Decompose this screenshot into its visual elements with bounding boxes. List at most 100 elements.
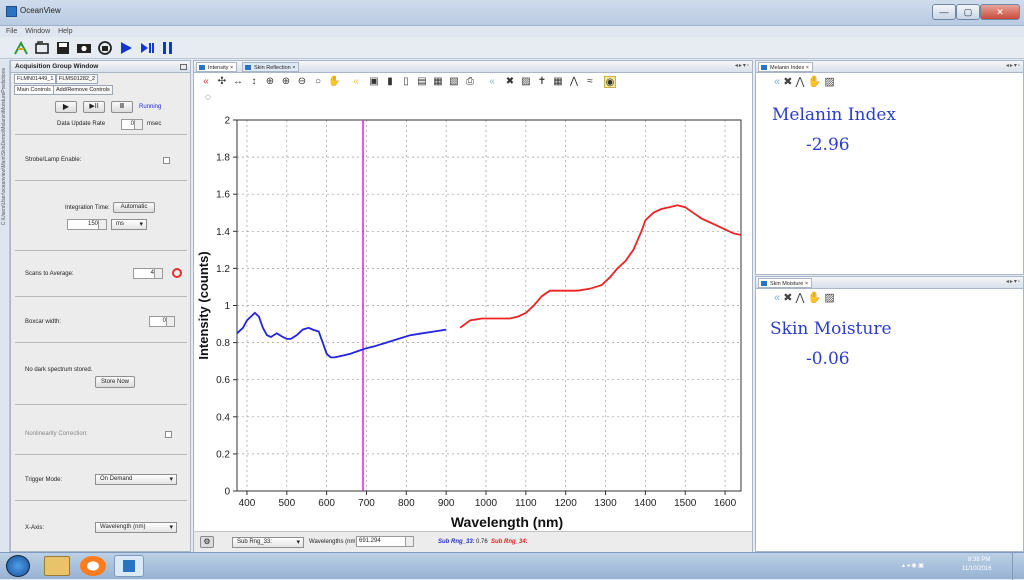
document-icon[interactable]: ▯ [400,76,412,88]
scans-to-average-input[interactable]: 4 [133,268,163,279]
open-icon[interactable] [33,39,51,57]
x-tick-label: 1100 [515,498,537,509]
tray-icons[interactable]: ▴ ◂ ◉ ▣ [902,562,924,569]
minimize-panel-icon[interactable] [180,64,187,70]
tab-skin-moisture[interactable]: Skin Moisture × [758,278,813,288]
peaks-icon[interactable]: ⋀ [568,76,580,88]
panel-window-buttons[interactable]: ◂▸▾▫ [718,62,750,71]
show-desktop-button[interactable] [1012,553,1024,580]
start-button[interactable] [6,555,30,577]
tab-main-controls[interactable]: Main Controls [14,85,54,95]
zoom-reset-icon[interactable]: ○ [312,76,324,88]
menu-window[interactable]: Window [25,28,50,35]
window-title: OceanView [20,6,61,15]
y-tick-label: 0.4 [216,412,230,423]
acq-play-pause-button[interactable]: ▶II [83,101,105,113]
menu-help[interactable]: Help [58,28,72,35]
media-player-icon[interactable] [80,556,106,576]
table-icon[interactable]: ▦ [552,76,564,88]
strobe-checkbox[interactable] [163,157,170,164]
device-tab-1[interactable]: FLMN01449_1 [14,74,57,84]
wavelength-input[interactable]: 691.294 [356,536,414,547]
tools-icon[interactable]: ✖ [504,76,516,88]
oceanview-taskbar-icon[interactable] [114,555,144,577]
y-tick-label: 1.6 [216,190,230,201]
play-icon[interactable] [117,39,135,57]
tab-add-remove-controls[interactable]: Add/Remove Controls [53,85,113,95]
wizard-icon[interactable] [12,39,30,57]
integration-time-input[interactable]: 150 [67,219,107,230]
melanin-toolbar: « ✖ ⋀ ✋ ▨ [774,75,835,88]
peaks-icon[interactable]: ⋀ [795,292,804,304]
device-tab-2[interactable]: FLMS01282_2 [56,74,99,84]
image-icon[interactable]: ▨ [824,292,834,304]
explorer-icon[interactable] [44,556,70,576]
zoom-icon[interactable]: ⊕ [264,76,276,88]
copy-icon[interactable]: ▧ [448,76,460,88]
clock-date: 11/10/2016 [962,566,992,572]
more-arrows-icon-2[interactable]: « [486,76,498,88]
camera-icon[interactable]: ▣ [368,76,380,88]
x-axis-select[interactable]: Wavelength (nm) [95,522,177,533]
pan-horizontal-icon[interactable]: ↔ [232,76,244,88]
arrows-icon[interactable]: « [774,76,780,88]
close-button[interactable]: ✕ [980,4,1020,20]
dark-spectrum-status: No dark spectrum stored. [25,367,93,373]
maximize-button[interactable]: ▢ [956,4,980,20]
subrange-select[interactable]: Sub Rng_33: [232,537,304,548]
image-icon[interactable]: ▨ [520,76,532,88]
pause-icon[interactable] [159,39,177,57]
arrows-icon[interactable]: « [774,292,780,304]
app-icon [6,6,17,17]
zoom-out-icon[interactable]: ⊖ [296,76,308,88]
print-icon[interactable]: ⎙ [464,76,476,88]
person-icon[interactable]: ✝ [536,76,548,88]
data-update-rate-input[interactable]: 0 [121,119,143,130]
minimize-button[interactable]: — [932,4,956,20]
chart-icon [199,65,205,70]
tab-melanin-index[interactable]: Melanin Index × [758,62,813,72]
hand-icon[interactable]: ✋ [808,76,822,88]
reset-icon[interactable] [172,268,182,278]
pan-vertical-icon[interactable]: ↕ [248,76,260,88]
x-tick-label: 800 [398,498,415,509]
trigger-mode-select[interactable]: On Demand [95,474,177,485]
nonlinearity-section: Nonlinearity Correction: [15,405,187,455]
tools-icon[interactable]: ✖ [783,292,792,304]
tools-icon[interactable]: ✖ [783,76,792,88]
acq-play-button[interactable]: ▶ [55,101,77,113]
automatic-button[interactable]: Automatic [113,202,155,213]
play-pause-icon[interactable] [138,39,156,57]
back-arrows-icon[interactable]: « [200,76,212,88]
peaks-icon[interactable]: ⋀ [795,76,804,88]
snapshot-icon[interactable] [75,39,93,57]
chart-tabs: Intensity × Skin Reflection × ◂▸▾▫ [194,61,752,73]
hand-icon[interactable]: ✋ [808,292,822,304]
tab-intensity[interactable]: Intensity × [196,62,238,72]
settings-icon[interactable]: ⚙ [200,536,214,548]
export-icon[interactable]: ▤ [416,76,428,88]
data-update-rate-label: Data Update Rate [57,121,106,127]
menu-file[interactable]: File [6,28,17,35]
image-icon[interactable]: ▨ [824,76,834,88]
moisture-panel: Skin Moisture × ◂▸▾▫ « ✖ ⋀ ✋ ▨ Skin Mois… [755,276,1024,552]
lightbulb-icon[interactable]: ◉ [604,76,616,88]
zoom-in-icon[interactable]: ⊕ [280,76,292,88]
save-icon[interactable] [54,39,72,57]
nonlinearity-checkbox[interactable] [165,431,172,438]
overlay-icon[interactable]: ≈ [584,76,596,88]
panel-window-buttons[interactable]: ◂▸▾▫ [989,62,1021,71]
panel-window-buttons[interactable]: ◂▸▾▫ [989,278,1021,287]
spectrum-chart[interactable]: 400 500 600 700 800 900 1000 1100 1200 1300 1400 15… [194,91,752,531]
integration-unit-select[interactable]: ms [111,219,147,230]
save-chart-icon[interactable]: ▦ [432,76,444,88]
boxcar-width-input[interactable]: 0 [149,316,175,327]
acq-pause-button[interactable]: II [111,101,133,113]
store-now-button[interactable]: Store Now [95,376,135,388]
more-arrows-icon[interactable]: « [350,76,362,88]
pan-icon[interactable]: ✣ [216,76,228,88]
hand-icon[interactable]: ✋ [328,76,340,88]
device-icon[interactable] [96,39,114,57]
trash-icon[interactable]: ▮ [384,76,396,88]
tab-skin-reflection[interactable]: Skin Reflection × [242,62,300,72]
